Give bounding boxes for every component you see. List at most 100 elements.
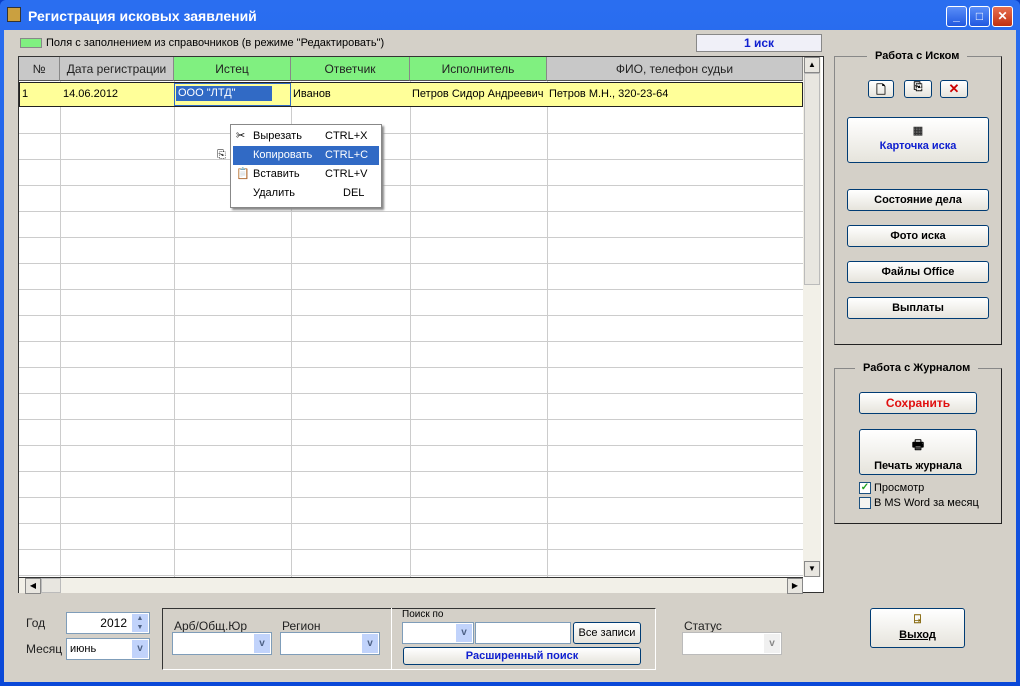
chevron-down-icon[interactable]: v: [764, 634, 780, 653]
window-title: Регистрация исковых заявлений: [28, 8, 257, 24]
save-button[interactable]: Сохранить: [859, 392, 977, 414]
h-scrollbar-thumb[interactable]: [41, 578, 61, 593]
exit-button[interactable]: ⍈ Выход: [870, 608, 965, 648]
case-state-button[interactable]: Состояние дела: [847, 189, 989, 211]
payments-button[interactable]: Выплаты: [847, 297, 989, 319]
minimize-button[interactable]: _: [946, 6, 967, 27]
claim-photo-button[interactable]: Фото иска: [847, 225, 989, 247]
cell-date[interactable]: 14.06.2012: [61, 83, 174, 106]
scroll-left-button[interactable]: ◀: [25, 578, 41, 594]
paste-icon: 📋: [236, 168, 250, 180]
menu-item-cut[interactable]: ✂ Вырезать CTRL+X: [233, 127, 379, 146]
cell-executor[interactable]: Петров Сидор Андреевич: [410, 83, 547, 106]
menu-label: Удалить: [253, 187, 295, 199]
menu-item-copy[interactable]: ⎘ Копировать CTRL+C: [217, 146, 379, 165]
grid-row-line: [19, 523, 803, 524]
grid-row-line: [19, 159, 803, 160]
maximize-button[interactable]: □: [969, 6, 990, 27]
chevron-down-icon[interactable]: v: [362, 634, 378, 653]
arb-select[interactable]: v: [172, 632, 272, 655]
search-input[interactable]: [475, 622, 571, 644]
year-label: Год: [26, 616, 46, 630]
office-files-button[interactable]: Файлы Office: [847, 261, 989, 283]
all-records-button[interactable]: Все записи: [573, 622, 641, 644]
menu-shortcut: CTRL+X: [325, 130, 368, 142]
extended-search-button[interactable]: Расширенный поиск: [403, 647, 641, 665]
cell-judge[interactable]: Петров М.Н., 320-23-64: [547, 83, 802, 106]
close-button[interactable]: ✕: [992, 6, 1013, 27]
scroll-down-button[interactable]: ▼: [804, 561, 820, 577]
scissors-icon: ✂: [236, 130, 246, 142]
claim-panel-title: Работа с Иском: [867, 50, 968, 62]
grid-row-line: [19, 185, 803, 186]
ms-word-checkbox[interactable]: В MS Word за месяц: [859, 497, 979, 509]
claim-card-button[interactable]: ▦ Карточка иска: [847, 117, 989, 163]
grid-row-line: [19, 419, 803, 420]
context-menu: ✂ Вырезать CTRL+X ⎘ Копировать CTRL+C 📋 Встав…: [217, 124, 382, 208]
claim-card-label: Карточка иска: [879, 140, 957, 152]
scroll-up-button[interactable]: ▲: [804, 57, 820, 73]
record-count: 1 иск: [696, 34, 822, 52]
checkbox-unchecked-icon[interactable]: [859, 497, 871, 509]
preview-checkbox[interactable]: ✓ Просмотр: [859, 482, 924, 494]
new-document-icon: 🗋: [876, 83, 886, 97]
status-select[interactable]: v: [682, 632, 782, 655]
column-header-judge[interactable]: ФИО, телефон судьи: [547, 57, 803, 81]
grid-row-line: [19, 341, 803, 342]
grid-column-line: [410, 81, 411, 577]
grid-column-line: [60, 81, 61, 577]
year-value: 2012: [100, 616, 127, 630]
menu-label: Вырезать: [253, 130, 302, 142]
filter-divider: [391, 608, 392, 670]
grid-row-line: [19, 133, 803, 134]
copy-claim-button[interactable]: ⎘: [904, 80, 932, 98]
menu-label: Копировать: [253, 149, 313, 161]
copy-icon: ⎘: [217, 149, 226, 161]
vertical-scrollbar[interactable]: ▲ ▼: [803, 57, 821, 577]
month-select[interactable]: июнь v: [66, 638, 150, 660]
checkbox-checked-icon[interactable]: ✓: [859, 482, 871, 494]
scrollbar-thumb[interactable]: [804, 73, 820, 285]
claims-grid[interactable]: № Дата регистрации Истец Ответчик Исполн…: [18, 56, 824, 594]
new-claim-button[interactable]: 🗋: [868, 80, 894, 98]
search-field-select[interactable]: v: [402, 622, 474, 644]
search-by-label: Поиск по: [402, 609, 444, 620]
cell-defendant[interactable]: Иванов: [291, 83, 409, 106]
grid-row-line: [19, 237, 803, 238]
chevron-down-icon[interactable]: v: [254, 634, 270, 653]
year-spinner[interactable]: 2012 ▲ ▼: [66, 612, 150, 634]
legend-swatch: [20, 38, 42, 48]
grid-row-line: [19, 211, 803, 212]
menu-item-delete[interactable]: Удалить DEL: [233, 184, 379, 203]
grid-row-line: [19, 471, 803, 472]
scroll-right-button[interactable]: ▶: [787, 578, 803, 594]
menu-item-paste[interactable]: 📋 Вставить CTRL+V: [233, 165, 379, 184]
month-value: июнь: [70, 643, 97, 655]
table-row[interactable]: 1 14.06.2012 ООО "ЛТД" Иванов Петров Сид…: [19, 82, 803, 107]
chevron-down-icon[interactable]: v: [132, 640, 148, 658]
print-journal-button[interactable]: 🖶 Печать журнала: [859, 429, 977, 475]
chevron-down-icon[interactable]: v: [456, 624, 472, 642]
delete-claim-button[interactable]: ✕: [940, 80, 968, 98]
legend-text: Поля с заполнением из справочников (в ре…: [46, 37, 385, 49]
app-window: Регистрация исковых заявлений _ □ ✕ Поля…: [0, 0, 1020, 686]
grid-row-line: [19, 393, 803, 394]
grid-row-line: [19, 549, 803, 550]
column-header-executor[interactable]: Исполнитель: [410, 57, 547, 81]
delete-icon: ✕: [948, 81, 960, 96]
column-header-defendant[interactable]: Ответчик: [291, 57, 410, 81]
cell-plaintiff[interactable]: ООО "ЛТД": [176, 86, 272, 101]
client-area: Поля с заполнением из справочников (в ре…: [4, 30, 1016, 682]
cell-plaintiff-editor[interactable]: ООО "ЛТД": [174, 83, 291, 106]
copy-icon: ⎘: [913, 81, 923, 93]
spinner-arrows-icon[interactable]: ▲ ▼: [132, 614, 148, 632]
app-icon: [7, 7, 21, 22]
region-select[interactable]: v: [280, 632, 380, 655]
grid-row-line: [19, 263, 803, 264]
horizontal-scrollbar[interactable]: ◀ ▶: [19, 577, 803, 594]
column-header-plaintiff[interactable]: Истец: [174, 57, 291, 81]
column-header-date[interactable]: Дата регистрации: [60, 57, 174, 81]
cell-number[interactable]: 1: [20, 83, 60, 106]
column-header-number[interactable]: №: [19, 57, 60, 81]
title-bar: Регистрация исковых заявлений: [0, 0, 1020, 30]
